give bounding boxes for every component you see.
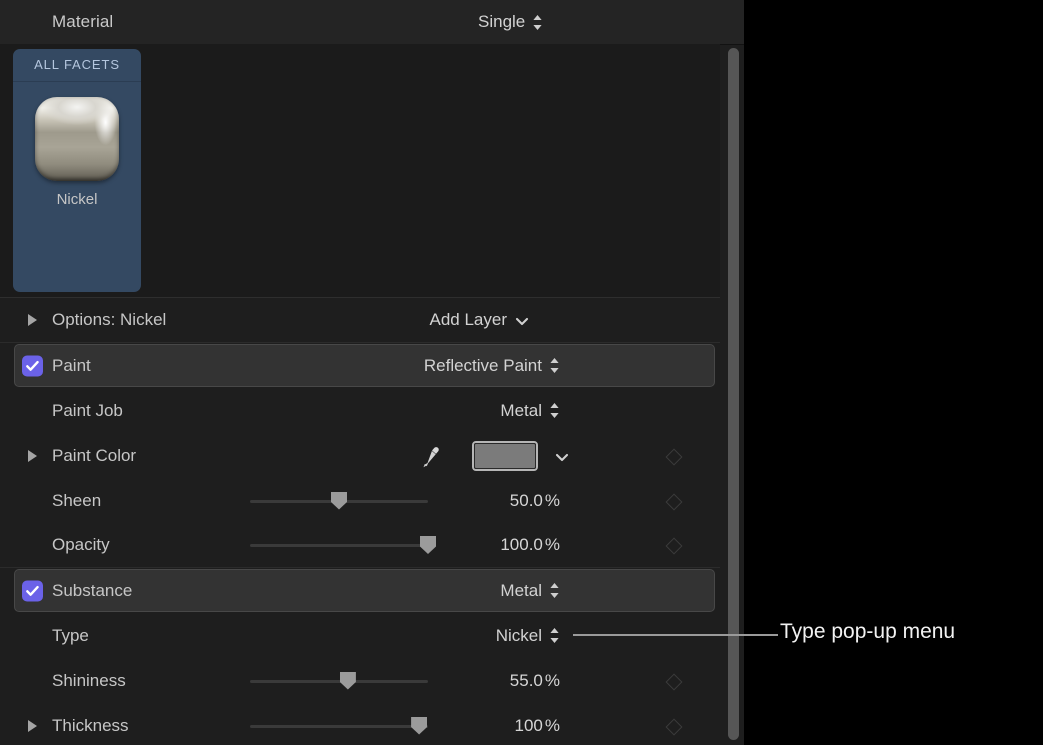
row-paint-job: Paint Job Metal bbox=[0, 388, 720, 433]
thickness-slider[interactable] bbox=[250, 717, 428, 735]
row-opacity-label: Opacity bbox=[52, 535, 110, 555]
chevron-down-icon[interactable] bbox=[554, 450, 570, 462]
row-options: Options: Nickel Add Layer bbox=[0, 298, 720, 343]
add-layer-label: Add Layer bbox=[430, 310, 508, 330]
stepper-up-down-icon bbox=[549, 357, 560, 374]
row-paint-color-label: Paint Color bbox=[52, 446, 136, 466]
disclosure-triangle-right-icon[interactable] bbox=[28, 720, 37, 732]
keyframe-diamond-icon[interactable] bbox=[665, 673, 681, 689]
paint-type-value: Reflective Paint bbox=[424, 356, 542, 376]
keyframe-diamond-icon[interactable] bbox=[665, 493, 681, 509]
row-shininess: Shininess 55.0% bbox=[0, 658, 720, 703]
facet-tile-all-facets[interactable]: ALL FACETS Nickel bbox=[13, 49, 141, 292]
shininess-slider-thumb[interactable] bbox=[340, 672, 356, 690]
material-mode-value: Single bbox=[478, 12, 525, 32]
paint-type-popup[interactable]: Reflective Paint bbox=[424, 356, 560, 376]
thickness-value[interactable]: 100% bbox=[515, 716, 561, 736]
disclosure-triangle-right-icon[interactable] bbox=[28, 450, 37, 462]
scrollbar-thumb[interactable] bbox=[728, 48, 739, 740]
substance-type-popup[interactable]: Metal bbox=[500, 581, 560, 601]
row-substance[interactable]: Substance Metal bbox=[0, 568, 720, 613]
stepper-up-down-icon bbox=[549, 582, 560, 599]
shininess-slider[interactable] bbox=[250, 672, 428, 690]
sheen-slider-thumb[interactable] bbox=[331, 492, 347, 510]
keyframe-diamond-icon[interactable] bbox=[665, 448, 681, 464]
row-paint-color: Paint Color bbox=[0, 433, 720, 478]
row-substance-label: Substance bbox=[52, 581, 132, 601]
row-paint-job-label: Paint Job bbox=[52, 401, 123, 421]
thickness-slider-thumb[interactable] bbox=[411, 717, 427, 735]
vertical-scrollbar[interactable] bbox=[728, 48, 739, 740]
nickel-material-sphere-icon bbox=[35, 97, 119, 181]
stepper-up-down-icon bbox=[549, 402, 560, 419]
row-type-label: Type bbox=[52, 626, 89, 646]
keyframe-diamond-icon[interactable] bbox=[665, 718, 681, 734]
checkmark-icon bbox=[24, 582, 41, 599]
row-sheen: Sheen 50.0% bbox=[0, 478, 720, 523]
facet-material-name: Nickel bbox=[13, 191, 141, 208]
stepper-up-down-icon bbox=[532, 14, 543, 31]
row-thickness-label: Thickness bbox=[52, 716, 129, 736]
paint-color-swatch[interactable] bbox=[472, 441, 538, 471]
parameter-rows: Options: Nickel Add Layer Paint bbox=[0, 298, 720, 745]
opacity-slider-thumb[interactable] bbox=[420, 536, 436, 554]
type-popup-menu[interactable]: Nickel bbox=[496, 626, 560, 646]
row-thickness: Thickness 100% bbox=[0, 703, 720, 745]
row-shininess-label: Shininess bbox=[52, 671, 126, 691]
substance-enable-checkbox[interactable] bbox=[22, 580, 43, 601]
sheen-value[interactable]: 50.0% bbox=[510, 491, 560, 511]
facet-tile-caption: ALL FACETS bbox=[13, 49, 141, 82]
eyedropper-icon[interactable] bbox=[418, 445, 440, 467]
facets-browser: ALL FACETS Nickel bbox=[0, 44, 720, 298]
checkmark-icon bbox=[24, 357, 41, 374]
paint-job-popup[interactable]: Metal bbox=[500, 401, 560, 421]
opacity-value[interactable]: 100.0% bbox=[500, 535, 560, 555]
row-paint-label: Paint bbox=[52, 356, 91, 376]
page-title: Material bbox=[52, 12, 113, 32]
keyframe-diamond-icon[interactable] bbox=[665, 537, 681, 553]
add-layer-button[interactable]: Add Layer bbox=[430, 310, 531, 330]
disclosure-triangle-right-icon[interactable] bbox=[28, 314, 37, 326]
thickness-slider-track bbox=[250, 725, 428, 728]
paint-enable-checkbox[interactable] bbox=[22, 355, 43, 376]
material-mode-popup[interactable]: Single bbox=[478, 12, 543, 32]
sheen-slider[interactable] bbox=[250, 492, 428, 510]
chevron-down-icon bbox=[514, 314, 530, 326]
row-sheen-label: Sheen bbox=[52, 491, 101, 511]
screenshot-root: Material Single ALL FACETS Nickel bbox=[0, 0, 1043, 745]
paint-color-fill bbox=[474, 443, 536, 469]
shininess-value[interactable]: 55.0% bbox=[510, 671, 560, 691]
type-value: Nickel bbox=[496, 626, 542, 646]
callout-leader-line bbox=[573, 634, 778, 636]
row-paint[interactable]: Paint Reflective Paint bbox=[0, 343, 720, 388]
shininess-slider-track bbox=[250, 680, 428, 683]
row-paint-background bbox=[14, 344, 715, 387]
callout-label: Type pop-up menu bbox=[780, 620, 955, 644]
row-options-label: Options: Nickel bbox=[52, 310, 166, 330]
opacity-slider[interactable] bbox=[250, 536, 428, 554]
stepper-up-down-icon bbox=[549, 627, 560, 644]
paint-job-value: Metal bbox=[500, 401, 542, 421]
substance-type-value: Metal bbox=[500, 581, 542, 601]
opacity-slider-track bbox=[250, 544, 428, 547]
inspector-header: Material Single bbox=[0, 0, 745, 45]
row-opacity: Opacity 100.0% bbox=[0, 523, 720, 568]
